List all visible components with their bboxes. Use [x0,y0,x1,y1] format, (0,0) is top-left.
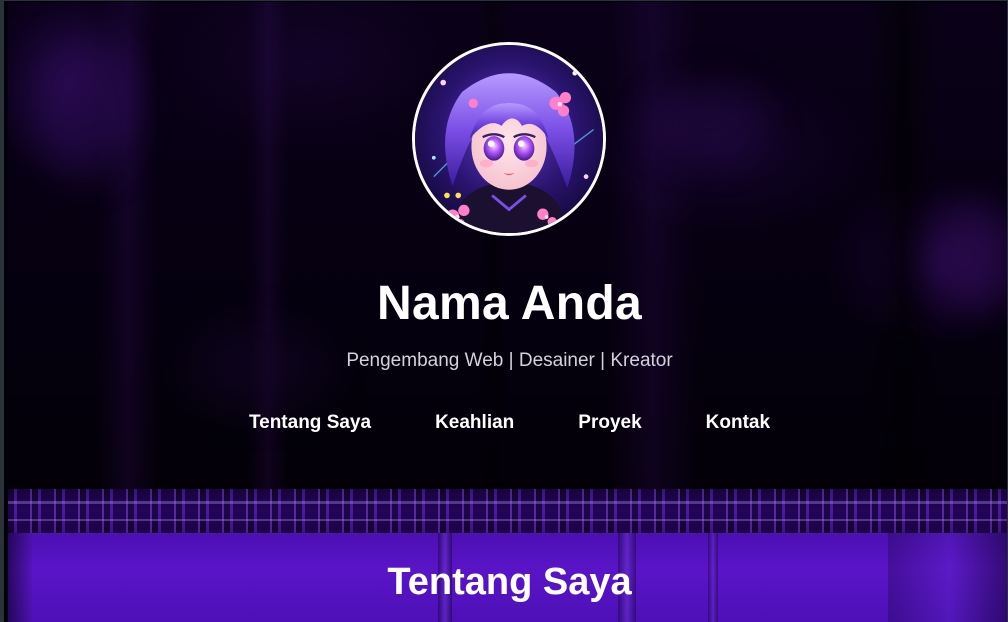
background-glow [648,82,768,162]
nav-link-kontak[interactable]: Kontak [706,412,770,434]
page-frame: Nama Anda Pengembang Web | Desainer | Kr… [0,0,1008,622]
nav-link-keahlian[interactable]: Keahlian [435,412,514,434]
about-section: Tentang Saya [8,489,1007,622]
hero-section: Nama Anda Pengembang Web | Desainer | Kr… [8,2,1007,489]
nav-link-proyek[interactable]: Proyek [578,412,641,434]
anime-girl-avatar-icon [415,45,603,233]
background-glow [28,32,138,182]
decorative-line [8,519,1007,521]
profile-subtitle: Pengembang Web | Desainer | Kreator [346,350,673,371]
nav-link-tentang-saya[interactable]: Tentang Saya [249,412,371,434]
main-navigation: Tentang Saya Keahlian Proyek Kontak [8,412,1007,434]
profile-avatar [412,42,606,236]
about-decorative-band [8,489,1007,533]
profile-name: Nama Anda [377,277,642,330]
decorative-line [8,501,1007,504]
about-section-title: Tentang Saya [387,561,632,603]
